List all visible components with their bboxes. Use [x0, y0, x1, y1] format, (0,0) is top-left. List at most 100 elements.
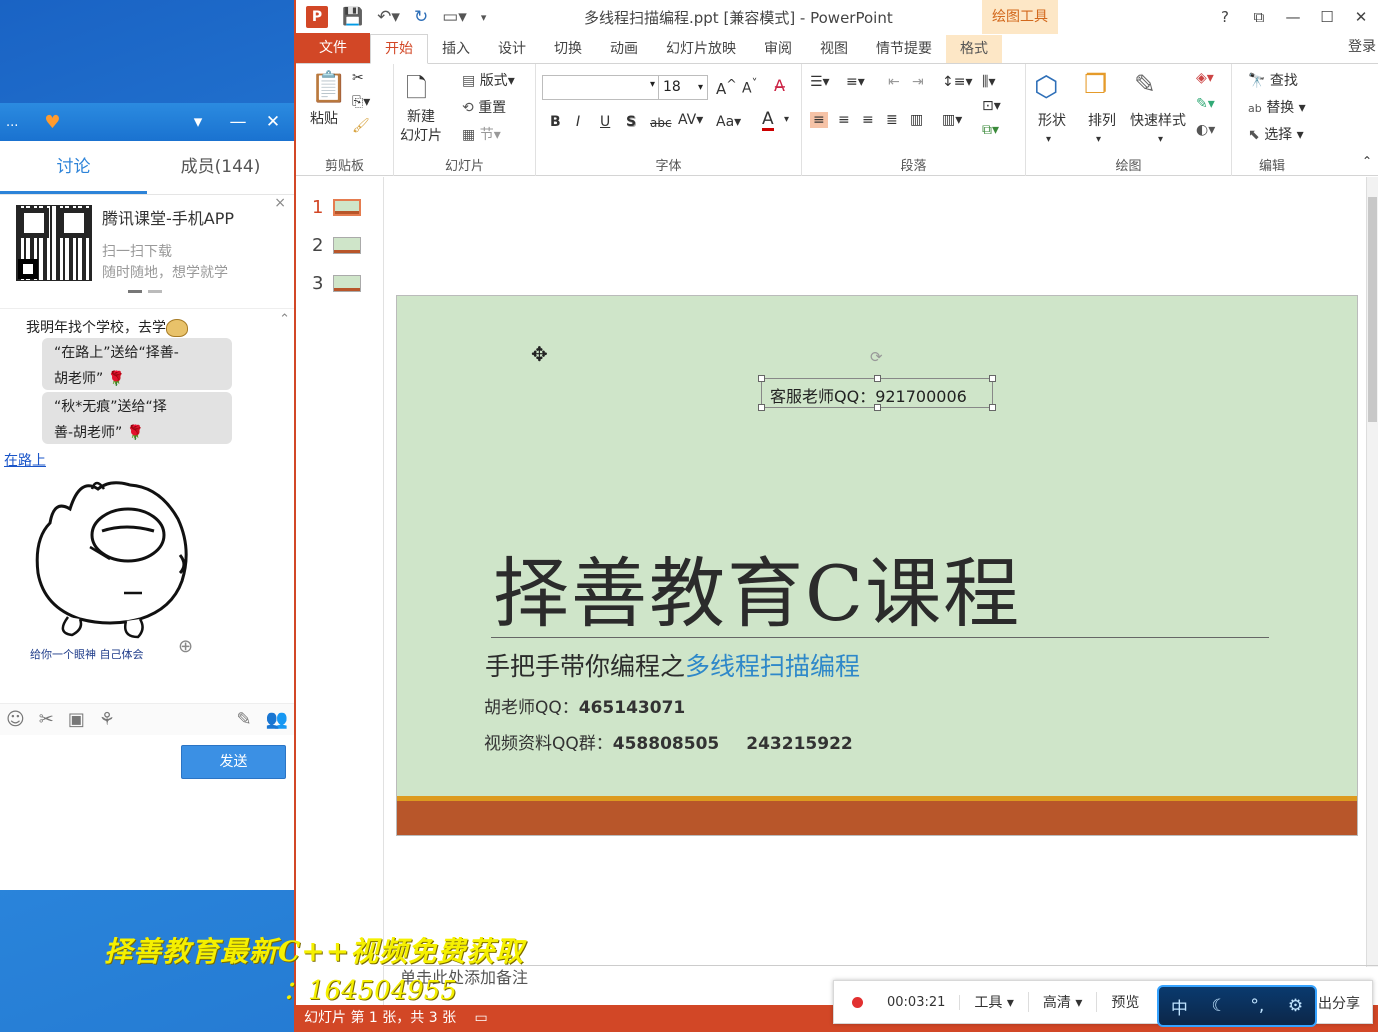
cat-sticker[interactable]: [30, 469, 200, 649]
tab-discussion[interactable]: 讨论: [0, 141, 147, 194]
preview-button[interactable]: 预览: [1097, 992, 1153, 1012]
minimize-icon[interactable]: —: [218, 112, 258, 132]
text-direction-icon[interactable]: ⫼▾: [982, 74, 995, 90]
font-color-icon[interactable]: A: [762, 110, 774, 131]
undo-icon[interactable]: ↶▾: [377, 7, 400, 27]
numbering-icon[interactable]: ≡▾: [846, 74, 865, 90]
thumbnail-slide-1[interactable]: 1: [312, 197, 362, 218]
minimize-icon[interactable]: —: [1276, 0, 1310, 34]
shadow-icon[interactable]: S: [626, 114, 636, 130]
resize-handle[interactable]: [874, 375, 881, 382]
chat-menu[interactable]: ...: [6, 115, 18, 130]
shape-effects-icon[interactable]: ◐▾: [1196, 122, 1215, 138]
tab-view[interactable]: 视图: [806, 35, 862, 63]
collapse-icon[interactable]: ⌃: [279, 312, 290, 327]
tab-file[interactable]: 文件: [296, 33, 370, 63]
resize-handle[interactable]: [874, 404, 881, 411]
find-button[interactable]: 🔭 查找: [1248, 70, 1298, 90]
shape-outline-icon[interactable]: ✎▾: [1196, 96, 1215, 112]
sender-link[interactable]: 在路上: [4, 450, 46, 470]
punctuation-icon[interactable]: °,: [1250, 996, 1264, 1016]
char-spacing-icon[interactable]: AV▾: [678, 112, 703, 128]
shapes-button[interactable]: 形状 ▾: [1038, 110, 1066, 146]
ime-lang[interactable]: 中: [1171, 994, 1188, 1019]
shapes-icon[interactable]: ⬡: [1034, 70, 1058, 103]
scroll-thumb[interactable]: [1368, 197, 1377, 422]
close-icon[interactable]: ✕: [258, 112, 288, 132]
moon-icon[interactable]: ☾: [1211, 996, 1226, 1016]
login-link[interactable]: 登录: [1348, 36, 1376, 56]
tab-design[interactable]: 设计: [484, 35, 540, 63]
ad-close-icon[interactable]: ×: [274, 195, 286, 211]
arrange-button[interactable]: 排列 ▾: [1088, 110, 1116, 146]
edit-icon[interactable]: ✎: [236, 709, 251, 730]
image-icon[interactable]: ▣: [68, 709, 85, 730]
tab-transitions[interactable]: 切换: [540, 35, 596, 63]
paste-icon[interactable]: 📋: [310, 70, 347, 105]
rotate-handle-icon[interactable]: ⟳: [870, 348, 883, 366]
line-spacing-icon[interactable]: ↕≡▾: [942, 74, 973, 90]
settings-icon[interactable]: ⚙: [1288, 996, 1303, 1016]
slide-title[interactable]: 择善教育C课程: [493, 532, 1021, 642]
arrange-icon[interactable]: ❐: [1084, 70, 1107, 100]
notes-toggle-icon[interactable]: ▭: [475, 1010, 488, 1026]
quick-styles-icon[interactable]: ✎: [1134, 70, 1156, 100]
heart-icon[interactable]: ♥: [44, 112, 60, 133]
strikethrough-icon[interactable]: abc: [650, 116, 672, 130]
italic-icon[interactable]: I: [576, 114, 580, 130]
quick-styles-button[interactable]: 快速样式 ▾: [1130, 110, 1186, 146]
quality-menu[interactable]: 高清 ▾: [1029, 992, 1098, 1012]
powerpoint-logo-icon[interactable]: P: [306, 6, 328, 28]
new-slide-button[interactable]: 新建 幻灯片: [400, 108, 442, 146]
tab-review[interactable]: 审阅: [750, 35, 806, 63]
align-right-icon[interactable]: ≡: [862, 112, 874, 128]
teacher-qq[interactable]: 胡老师QQ：465143071: [484, 693, 685, 718]
resize-handle[interactable]: [989, 404, 996, 411]
clear-format-icon[interactable]: A̶: [774, 76, 785, 95]
resize-handle[interactable]: [989, 375, 996, 382]
bullets-icon[interactable]: ☰▾: [810, 74, 830, 90]
section-button[interactable]: ▦ 节▾: [462, 124, 501, 144]
shrink-font-icon[interactable]: A˅: [742, 76, 757, 97]
increase-indent-icon[interactable]: ⇥: [912, 74, 924, 90]
ad-pager[interactable]: [128, 290, 166, 294]
people-icon[interactable]: 👥: [266, 709, 288, 730]
ribbon-display-icon[interactable]: ⧉: [1242, 0, 1276, 34]
tab-members[interactable]: 成员(144): [147, 141, 294, 194]
align-text-icon[interactable]: ⊡▾: [982, 98, 1001, 114]
font-name-field[interactable]: ▾: [542, 75, 660, 100]
tab-insert[interactable]: 插入: [428, 35, 484, 63]
font-size-field[interactable]: 18 ▾: [658, 75, 708, 100]
bold-icon[interactable]: B: [550, 114, 561, 130]
share-button[interactable]: 出分享: [1318, 993, 1360, 1013]
change-case-icon[interactable]: Aa▾: [716, 114, 741, 130]
slide-subtitle[interactable]: 手把手带你编程之多线程扫描编程: [485, 647, 860, 683]
vertical-scrollbar[interactable]: [1366, 177, 1378, 967]
thumbnail-slide-3[interactable]: 3: [312, 273, 362, 294]
app-ad-banner[interactable]: 腾讯课堂-手机APP 扫一扫下载 随时随地，想学就学 ×: [0, 195, 294, 309]
columns-icon[interactable]: ▥▾: [942, 112, 962, 128]
smartart-icon[interactable]: ⧉▾: [982, 122, 999, 138]
save-icon[interactable]: 💾: [342, 7, 363, 27]
thumbnail-slide-2[interactable]: 2: [312, 235, 362, 256]
slideshow-from-start-icon[interactable]: ▭▾: [442, 7, 467, 27]
scissors-icon[interactable]: ✂: [39, 709, 54, 730]
shape-fill-icon[interactable]: ◈▾: [1196, 70, 1214, 86]
close-icon[interactable]: ✕: [1344, 0, 1378, 34]
replace-button[interactable]: ab 替换 ▾: [1248, 97, 1306, 117]
redo-icon[interactable]: ↻: [414, 7, 428, 27]
underline-icon[interactable]: U: [600, 114, 610, 130]
grow-font-icon[interactable]: A^: [716, 76, 737, 98]
copy-icon[interactable]: ⎘▾: [352, 94, 370, 110]
zoom-in-icon[interactable]: ⊕: [178, 636, 193, 657]
justify-icon[interactable]: ≣: [886, 112, 898, 128]
tab-home[interactable]: 开始: [370, 34, 428, 64]
maximize-icon[interactable]: ☐: [1310, 0, 1344, 34]
format-painter-icon[interactable]: 🖌: [352, 118, 370, 134]
collapse-ribbon-icon[interactable]: ⌃: [1362, 154, 1372, 168]
select-button[interactable]: ⬉ 选择 ▾: [1248, 124, 1304, 144]
help-icon[interactable]: ?: [1208, 0, 1242, 34]
tab-storyboarding[interactable]: 情节提要: [862, 35, 946, 63]
layout-button[interactable]: ▤ 版式▾: [462, 70, 515, 90]
font-color-dropdown-icon[interactable]: ▾: [784, 114, 789, 125]
